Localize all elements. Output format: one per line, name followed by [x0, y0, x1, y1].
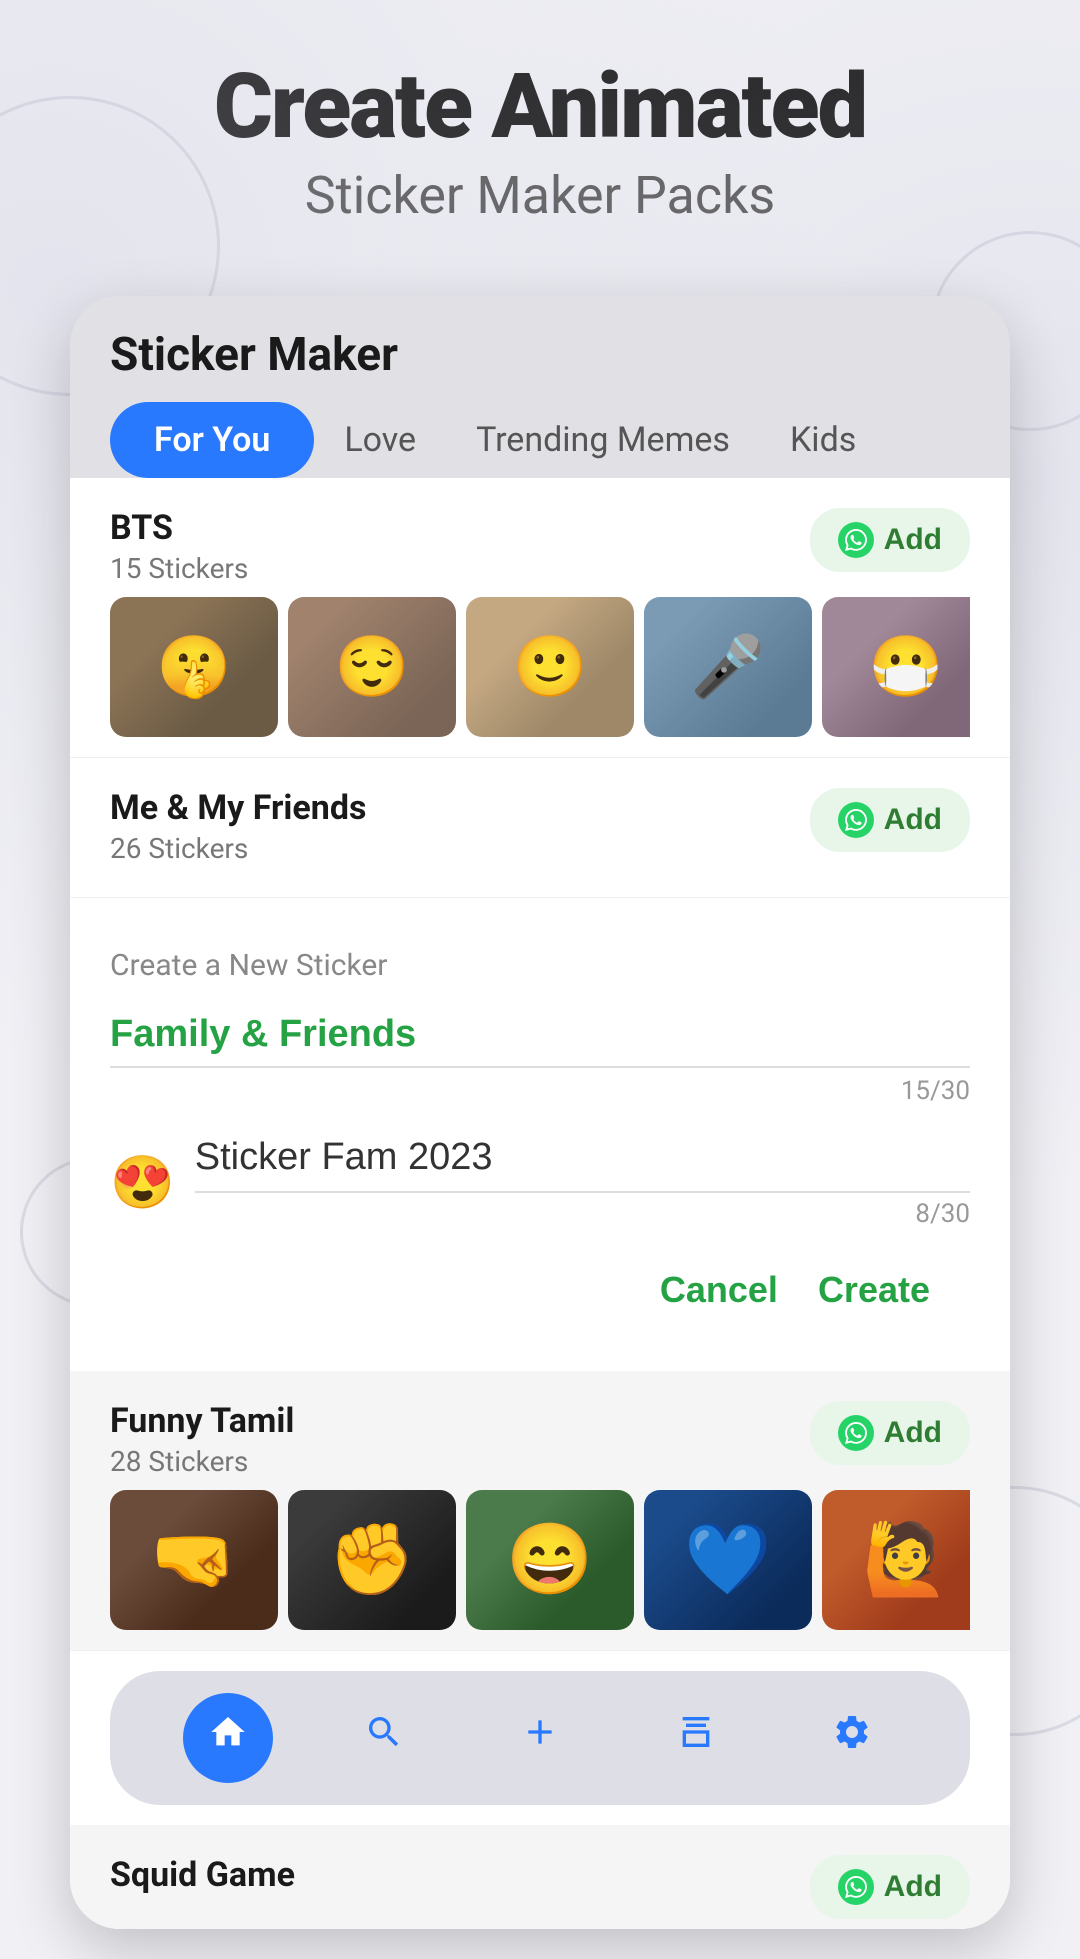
sticker-pack-tamil-header: Funny Tamil 28 Stickers Add — [110, 1401, 970, 1478]
nav-files[interactable] — [651, 1693, 741, 1783]
add-tamil-button[interactable]: Add — [810, 1401, 970, 1465]
app-content: BTS 15 Stickers Add 🤫 😌 — [70, 478, 1010, 1929]
bts-thumb-4[interactable]: 🎤 — [644, 597, 812, 737]
sticker-pack-friends-count: 26 Stickers — [110, 832, 366, 865]
sticker-pack-friends-header: Me & My Friends 26 Stickers Add — [110, 788, 970, 865]
sticker-pack-tamil: Funny Tamil 28 Stickers Add 🤜 — [70, 1371, 1010, 1651]
sticker-pack-friends-info: Me & My Friends 26 Stickers — [110, 788, 366, 865]
add-squid-button[interactable]: Add — [810, 1855, 970, 1919]
sticker-pack-tamil-name: Funny Tamil — [110, 1401, 294, 1441]
sticker-fam-input[interactable] — [195, 1136, 970, 1193]
action-buttons: Cancel Create — [110, 1239, 970, 1351]
page-title-line1: Create Animated — [40, 60, 1040, 155]
whatsapp-icon — [838, 522, 874, 558]
sticker-pack-option: 😍 8/30 — [110, 1136, 970, 1229]
squid-name: Squid Game — [110, 1855, 295, 1895]
home-icon — [208, 1712, 248, 1763]
create-section: Create a New Sticker 15/30 😍 8/30 Cancel… — [70, 898, 1010, 1371]
tamil-thumb-4[interactable]: 💙 — [644, 1490, 812, 1630]
create-label: Create a New Sticker — [110, 948, 970, 983]
bottom-nav — [110, 1671, 970, 1805]
input2-counter: 8/30 — [195, 1199, 970, 1229]
files-icon — [676, 1712, 716, 1763]
squid-info: Squid Game — [110, 1855, 295, 1895]
nav-home[interactable] — [183, 1693, 273, 1783]
sticker-pack-bts: BTS 15 Stickers Add 🤫 😌 — [70, 478, 1010, 758]
tab-bar: For You Love Trending Memes Kids — [110, 402, 970, 478]
add-icon — [520, 1712, 560, 1763]
sticker-pack-bts-info: BTS 15 Stickers — [110, 508, 248, 585]
sticker-pack-bts-count: 15 Stickers — [110, 552, 248, 585]
nav-settings[interactable] — [807, 1693, 897, 1783]
settings-icon — [832, 1712, 872, 1763]
bts-thumb-5[interactable]: 😷 — [822, 597, 970, 737]
whatsapp-icon-tamil — [838, 1415, 874, 1451]
sticker-pack-bts-header: BTS 15 Stickers Add — [110, 508, 970, 585]
bts-thumb-1[interactable]: 🤫 — [110, 597, 278, 737]
page-title-line2: Sticker Maker Packs — [40, 165, 1040, 226]
input-group-1: 15/30 — [110, 1003, 970, 1106]
app-title: Sticker Maker — [110, 328, 970, 402]
bts-thumbnails: 🤫 😌 🙂 🎤 😷 — [110, 597, 970, 737]
whatsapp-icon-squid — [838, 1869, 874, 1905]
bts-thumb-3[interactable]: 🙂 — [466, 597, 634, 737]
tamil-thumb-3[interactable]: 😄 — [466, 1490, 634, 1630]
tamil-thumb-2[interactable]: ✊ — [288, 1490, 456, 1630]
add-friends-button[interactable]: Add — [810, 788, 970, 852]
add-bts-button[interactable]: Add — [810, 508, 970, 572]
sticker-pack-bts-name: BTS — [110, 508, 248, 548]
squid-game-pack: Squid Game Add — [70, 1825, 1010, 1929]
phone-mockup: Sticker Maker For You Love Trending Meme… — [70, 296, 1010, 1929]
nav-search[interactable] — [339, 1693, 429, 1783]
input1-counter: 15/30 — [110, 1076, 970, 1106]
tamil-thumbnails: 🤜 ✊ 😄 💙 🙋 — [110, 1490, 970, 1630]
bts-thumb-2[interactable]: 😌 — [288, 597, 456, 737]
whatsapp-icon-friends — [838, 802, 874, 838]
pack-emoji: 😍 — [110, 1152, 175, 1213]
tab-for-you[interactable]: For You — [110, 402, 314, 478]
search-icon — [364, 1712, 404, 1763]
tab-love[interactable]: Love — [314, 402, 446, 478]
app-header: Sticker Maker For You Love Trending Meme… — [70, 296, 1010, 478]
nav-add[interactable] — [495, 1693, 585, 1783]
sticker-pack-tamil-count: 28 Stickers — [110, 1445, 294, 1478]
sticker-pack-friends: Me & My Friends 26 Stickers Add — [70, 758, 1010, 898]
sticker-pack-tamil-info: Funny Tamil 28 Stickers — [110, 1401, 294, 1478]
cancel-button[interactable]: Cancel — [660, 1269, 778, 1311]
tab-kids[interactable]: Kids — [760, 402, 886, 478]
page-header: Create Animated Sticker Maker Packs — [0, 0, 1080, 266]
tamil-thumb-5[interactable]: 🙋 — [822, 1490, 970, 1630]
family-friends-input[interactable] — [110, 1003, 970, 1068]
tab-trending[interactable]: Trending Memes — [446, 402, 760, 478]
sticker-pack-friends-name: Me & My Friends — [110, 788, 366, 828]
tamil-thumb-1[interactable]: 🤜 — [110, 1490, 278, 1630]
create-button[interactable]: Create — [818, 1269, 930, 1311]
